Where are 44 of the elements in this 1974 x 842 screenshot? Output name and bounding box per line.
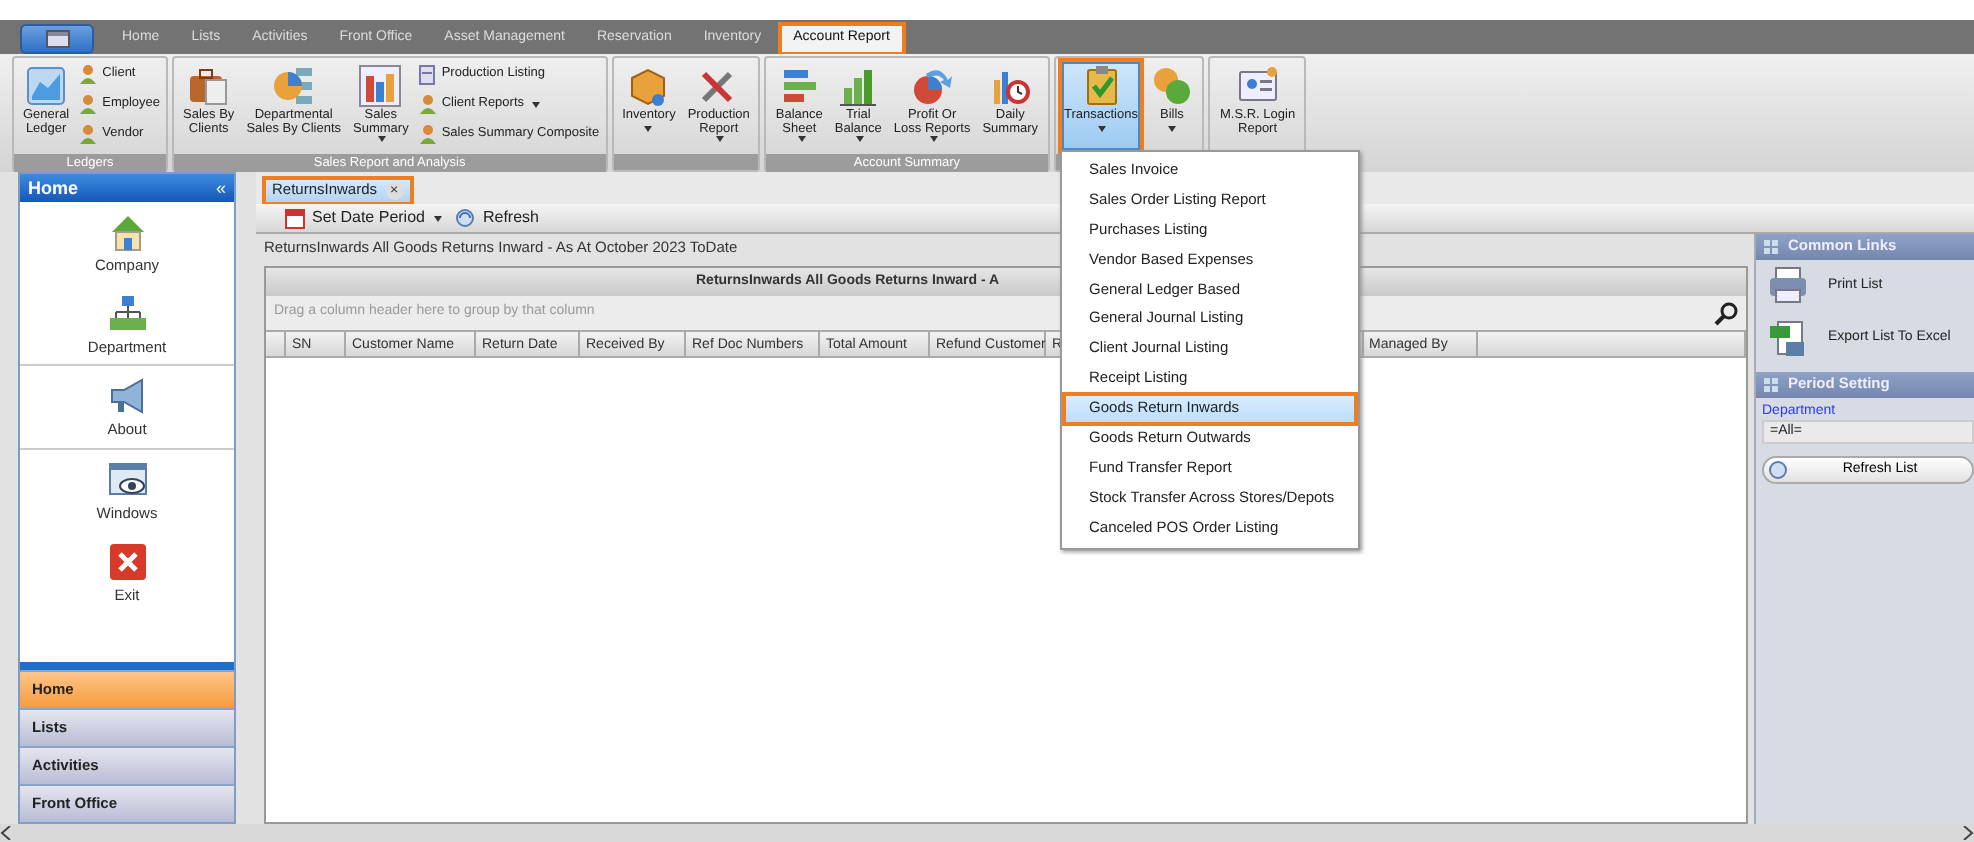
caret-icon bbox=[1167, 126, 1176, 133]
spreadsheet-icon bbox=[1768, 318, 1808, 358]
bar-chart-icon bbox=[836, 64, 881, 108]
house-icon bbox=[107, 212, 147, 252]
caret-icon bbox=[797, 136, 806, 143]
sidebar-title: Home bbox=[28, 177, 79, 199]
bar-chart-icon bbox=[358, 64, 403, 108]
person-icon bbox=[78, 93, 99, 115]
window-icon bbox=[45, 30, 69, 48]
document-icon bbox=[417, 63, 438, 85]
briefcase-icon bbox=[186, 64, 231, 108]
person-icon bbox=[417, 93, 438, 115]
collapse-button[interactable]: « bbox=[215, 177, 226, 199]
person-icon bbox=[78, 63, 99, 85]
application-menu-button[interactable] bbox=[20, 24, 94, 54]
refresh-icon bbox=[454, 206, 477, 230]
printer-icon bbox=[1768, 266, 1808, 306]
person-icon bbox=[78, 123, 99, 145]
caret-icon bbox=[716, 136, 725, 143]
refresh-icon bbox=[1768, 460, 1788, 481]
scroll-right-icon bbox=[1962, 826, 1974, 840]
caret-icon bbox=[930, 136, 939, 143]
caret-icon bbox=[532, 101, 541, 107]
grid-icon bbox=[1764, 378, 1780, 392]
toolbar-button[interactable]: Set Date Period bbox=[284, 206, 443, 230]
search-icon bbox=[1714, 301, 1738, 325]
megaphone-icon bbox=[107, 376, 147, 417]
window-eye-icon bbox=[107, 459, 147, 500]
scroll-left-icon bbox=[0, 826, 12, 840]
caret-icon bbox=[644, 126, 653, 133]
person-icon bbox=[417, 123, 438, 145]
pie-chart-arrow-icon bbox=[910, 64, 955, 108]
grid-icon bbox=[1764, 240, 1780, 254]
caret-icon bbox=[856, 136, 865, 143]
close-icon bbox=[107, 541, 147, 581]
pie-chart-icon bbox=[271, 64, 316, 108]
caret-icon bbox=[378, 136, 387, 143]
coins-icon bbox=[1149, 64, 1194, 108]
caret-icon bbox=[1097, 126, 1105, 133]
caret-icon bbox=[434, 215, 443, 221]
toolbar-button[interactable]: Refresh bbox=[454, 206, 539, 230]
calendar-icon bbox=[284, 206, 306, 230]
box-icon bbox=[626, 64, 671, 108]
org-chart-icon bbox=[107, 293, 147, 334]
